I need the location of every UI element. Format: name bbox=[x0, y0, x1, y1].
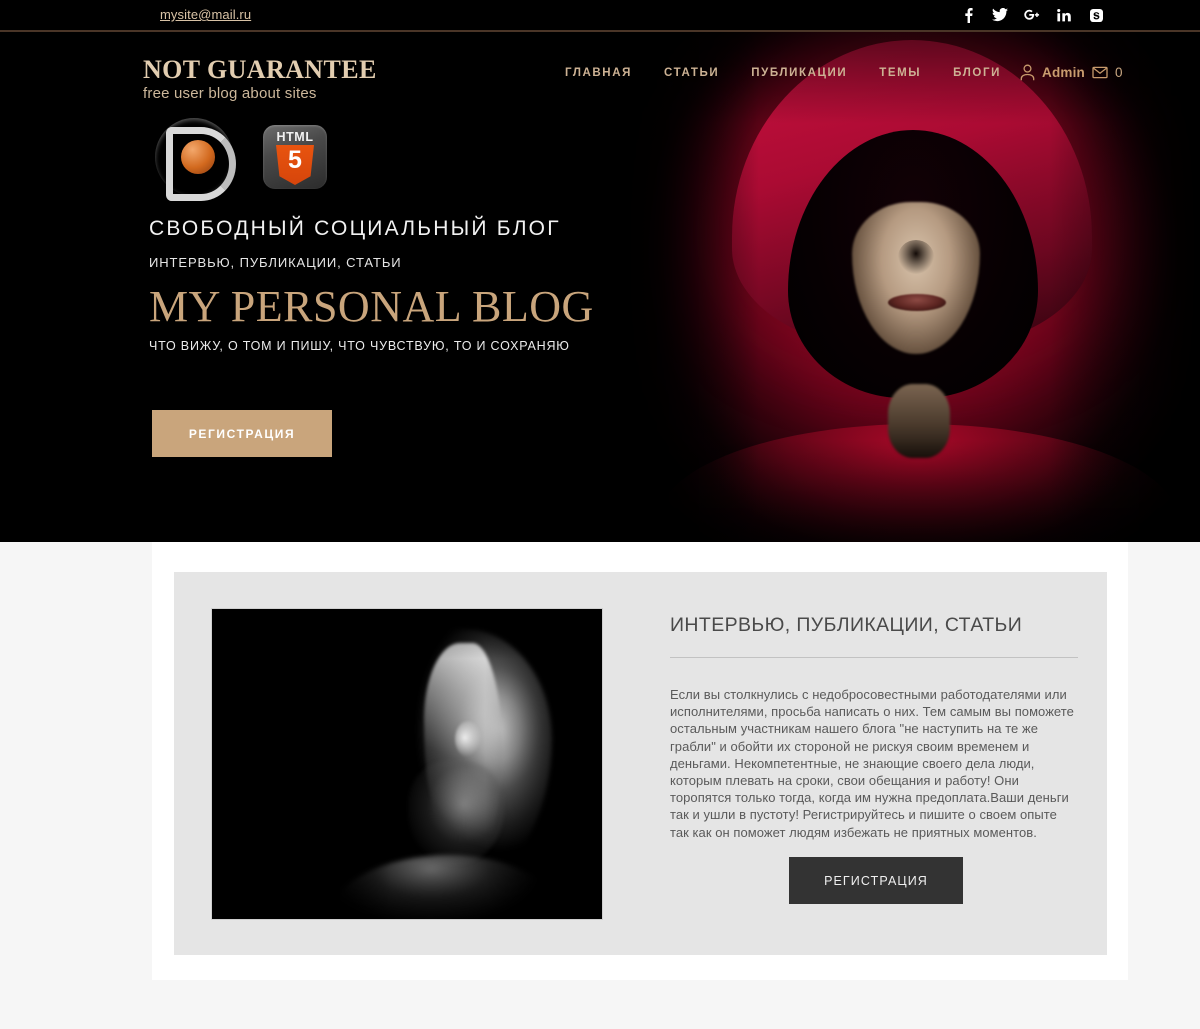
intro-card-paragraph: Если вы столкнулись с недобросовестными … bbox=[670, 687, 1074, 840]
top-bar: mysite@mail.ru bbox=[0, 0, 1200, 32]
facebook-icon[interactable] bbox=[960, 6, 976, 24]
html5-badge-word: HTML bbox=[276, 130, 314, 144]
hero-background-image bbox=[620, 32, 1200, 542]
message-count-badge: 0 bbox=[1115, 65, 1123, 80]
hero-tagline: ЧТО ВИЖУ, О ТОМ И ПИШУ, ЧТО ЧУВСТВУЮ, ТО… bbox=[149, 339, 570, 354]
hero-title: MY PERSONAL BLOG bbox=[149, 282, 594, 331]
username-label[interactable]: Admin bbox=[1042, 65, 1085, 80]
content-container: ИНТЕРВЬЮ, ПУБЛИКАЦИИ, СТАТЬИ Если вы сто… bbox=[152, 542, 1128, 980]
hero-registration-button[interactable]: РЕГИСТРАЦИЯ bbox=[152, 410, 332, 457]
hero-kicker: СВОБОДНЫЙ СОЦИАЛЬНЫЙ БЛОГ bbox=[149, 217, 561, 240]
hero-copy: СВОБОДНЫЙ СОЦИАЛЬНЫЙ БЛОГ ИНТЕРВЬЮ, ПУБЛ… bbox=[149, 217, 594, 353]
intro-card-image bbox=[211, 608, 603, 920]
google-plus-icon[interactable] bbox=[1024, 6, 1040, 24]
intro-card-text: ИНТЕРВЬЮ, ПУБЛИКАЦИИ, СТАТЬИ Если вы сто… bbox=[670, 614, 1078, 841]
user-icon[interactable] bbox=[1020, 64, 1035, 81]
intro-card-title: ИНТЕРВЬЮ, ПУБЛИКАЦИИ, СТАТЬИ bbox=[670, 614, 1023, 636]
linkedin-icon[interactable] bbox=[1056, 6, 1072, 24]
page-body: ИНТЕРВЬЮ, ПУБЛИКАЦИИ, СТАТЬИ Если вы сто… bbox=[0, 542, 1200, 1029]
nav-item-temy[interactable]: ТЕМЫ bbox=[879, 67, 921, 79]
site-logo-title: NOT GUARANTEE bbox=[143, 55, 377, 84]
nav-item-glavnaya[interactable]: ГЛАВНАЯ bbox=[565, 67, 632, 79]
nav-item-publikacii[interactable]: ПУБЛИКАЦИИ bbox=[751, 67, 847, 79]
twitter-icon[interactable] bbox=[992, 6, 1008, 24]
intro-card-divider bbox=[670, 657, 1078, 658]
skype-icon[interactable] bbox=[1088, 6, 1104, 24]
mail-icon[interactable] bbox=[1092, 66, 1108, 79]
main-navigation: ГЛАВНАЯ СТАТЬИ ПУБЛИКАЦИИ ТЕМЫ БЛОГИ bbox=[565, 67, 1001, 79]
site-logo[interactable]: NOT GUARANTEE free user blog about sites bbox=[143, 55, 377, 103]
tech-badges: HTML 5 bbox=[155, 118, 327, 201]
d-logo-badge[interactable] bbox=[155, 118, 236, 201]
hero-section: NOT GUARANTEE free user blog about sites… bbox=[0, 32, 1200, 542]
hero-subtitle: ИНТЕРВЬЮ, ПУБЛИКАЦИИ, СТАТЬИ bbox=[149, 255, 402, 270]
contact-email-link[interactable]: mysite@mail.ru bbox=[160, 7, 251, 22]
social-links bbox=[960, 6, 1104, 24]
user-account-area: Admin 0 bbox=[1020, 64, 1123, 81]
html5-badge[interactable]: HTML 5 bbox=[263, 125, 327, 189]
nav-item-stati[interactable]: СТАТЬИ bbox=[664, 67, 719, 79]
nav-item-blogi[interactable]: БЛОГИ bbox=[953, 67, 1001, 79]
site-logo-tagline: free user blog about sites bbox=[143, 85, 317, 103]
intro-card: ИНТЕРВЬЮ, ПУБЛИКАЦИИ, СТАТЬИ Если вы сто… bbox=[174, 572, 1107, 955]
html5-badge-digit: 5 bbox=[288, 146, 302, 174]
content-registration-button[interactable]: РЕГИСТРАЦИЯ bbox=[789, 857, 963, 904]
